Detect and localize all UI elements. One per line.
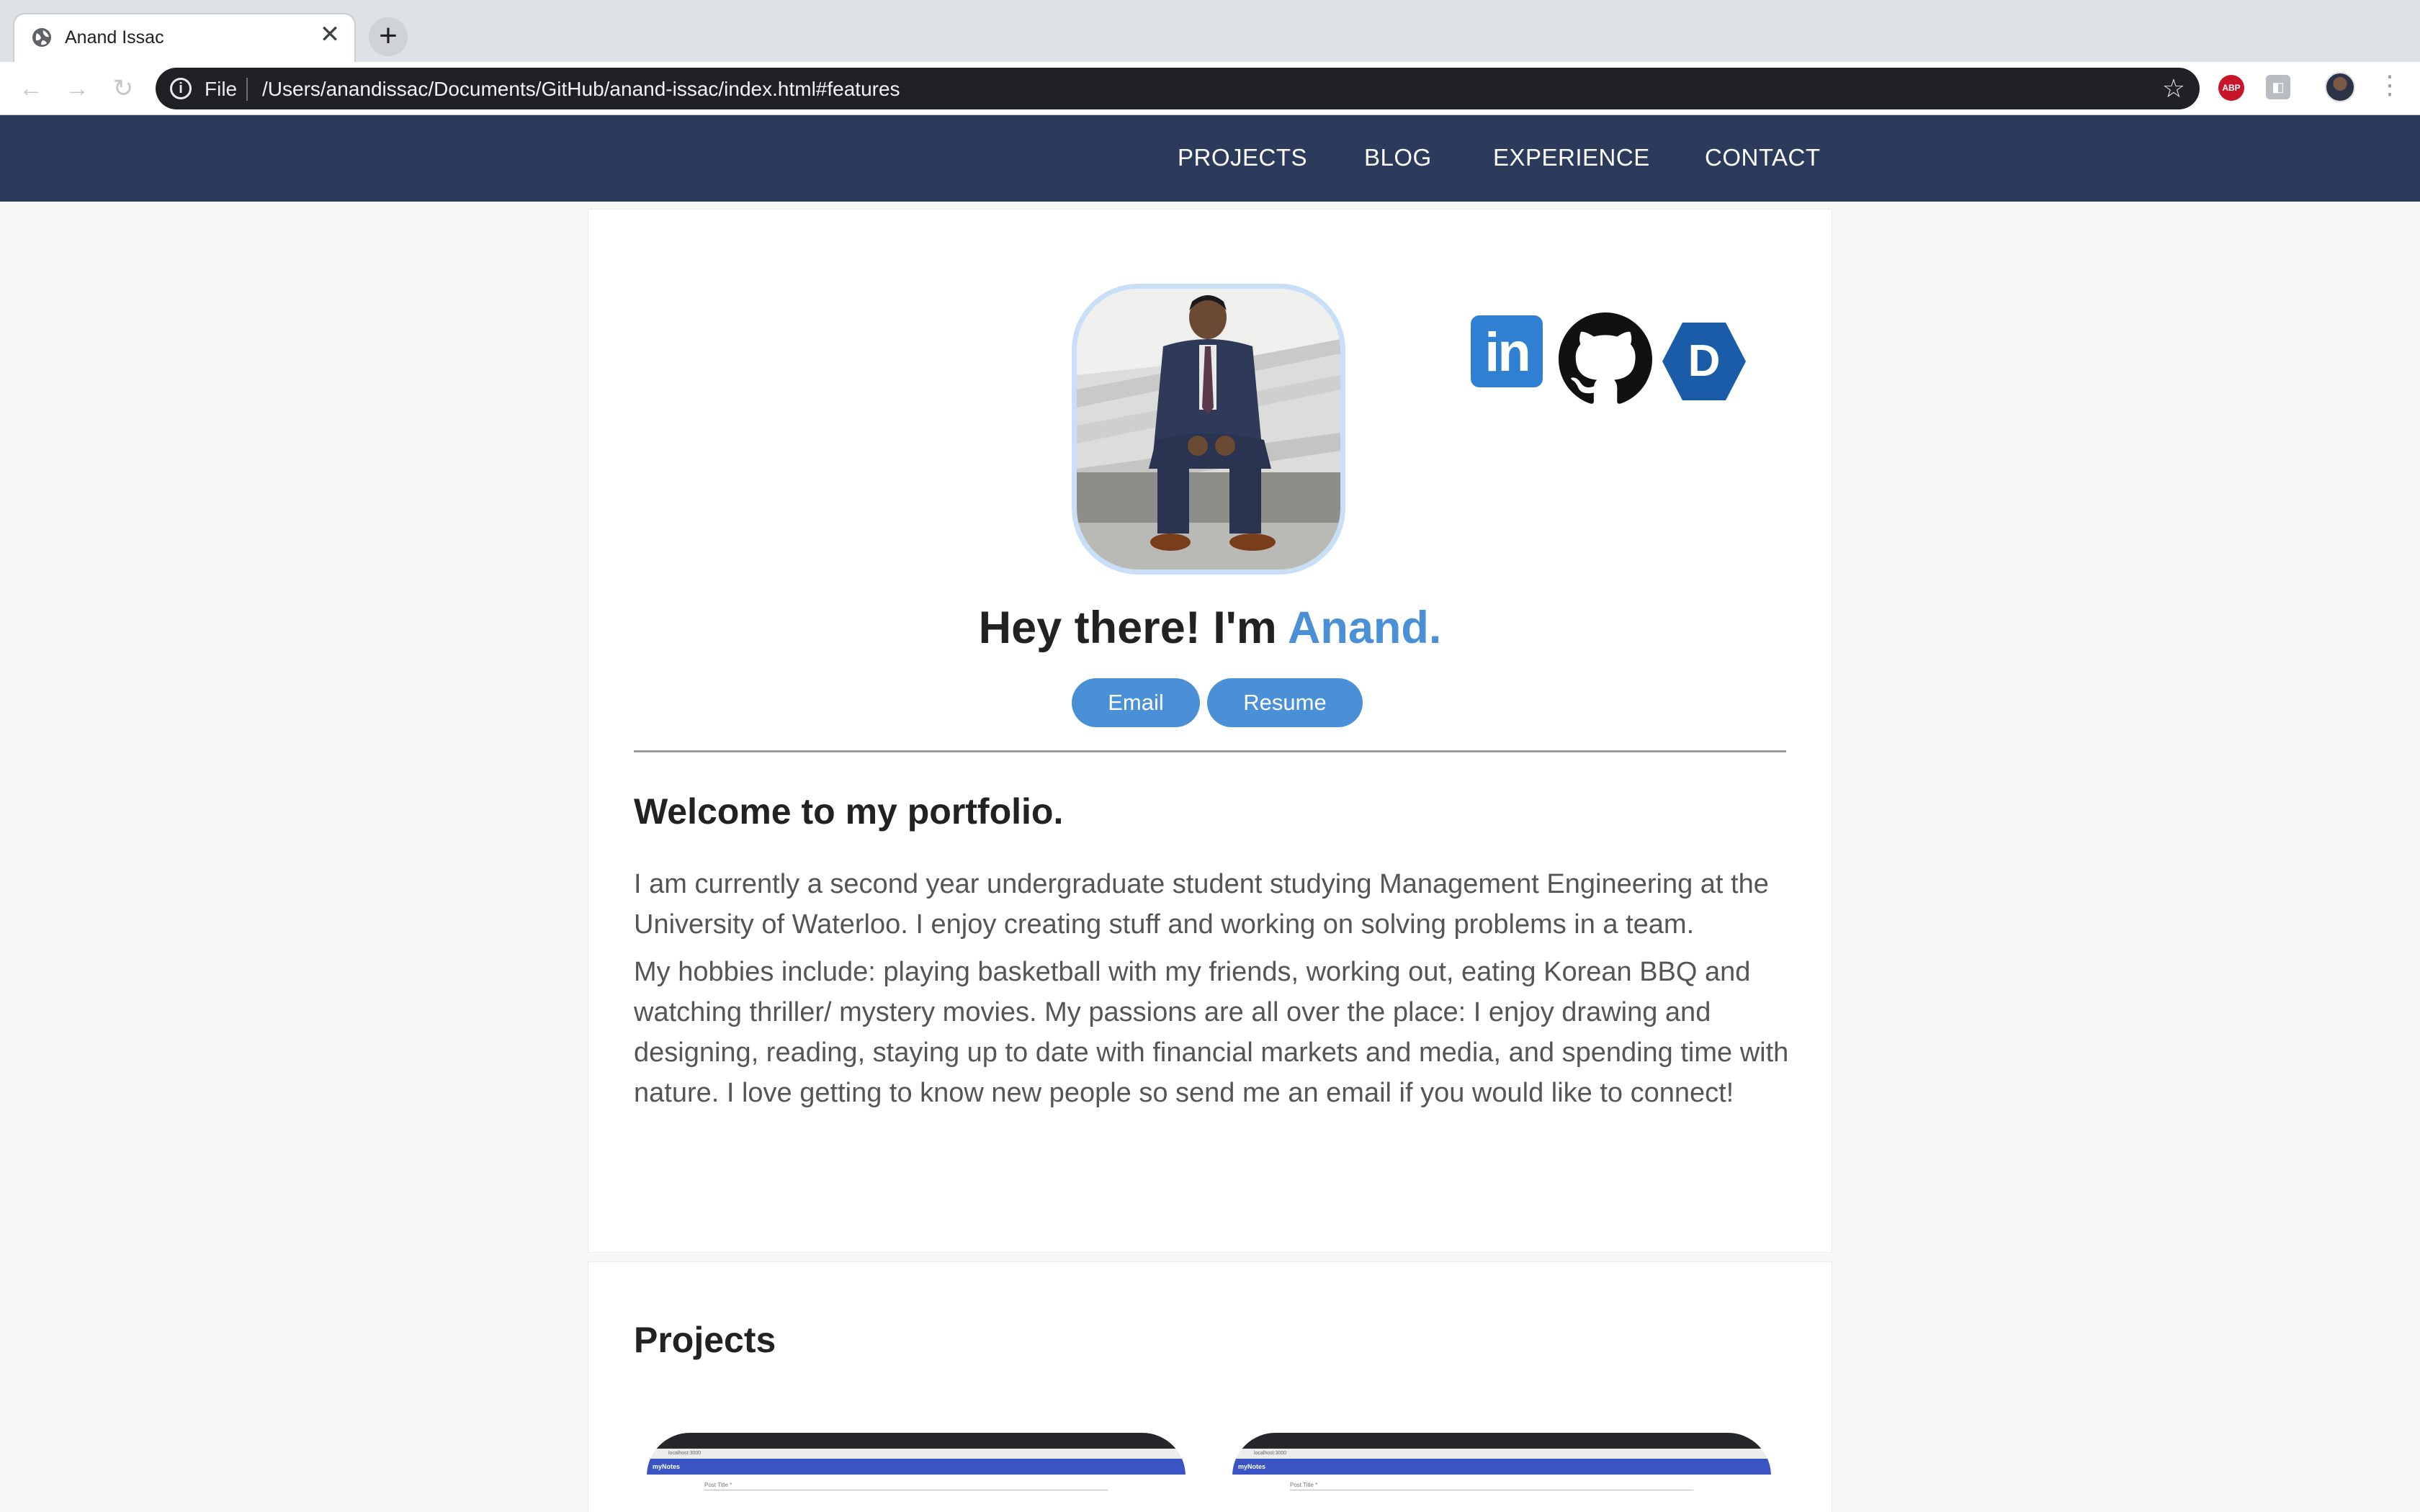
profile-photo-illustration — [1077, 289, 1340, 570]
info-icon[interactable]: i — [170, 78, 192, 99]
project-thumbnail[interactable]: localhost:3000 myNotes Post Title * — [647, 1433, 1186, 1512]
nav-link-projects[interactable]: PROJECTS — [1178, 144, 1307, 171]
devpost-icon[interactable]: D — [1661, 321, 1747, 402]
adblock-icon[interactable]: ABP — [2218, 75, 2244, 101]
welcome-heading: Welcome to my portfolio. — [634, 791, 1064, 832]
projects-heading: Projects — [634, 1320, 776, 1360]
nav-link-experience[interactable]: EXPERIENCE — [1493, 144, 1650, 171]
thumbnail-tabbar — [647, 1433, 1186, 1449]
thumbnail-app-bar: myNotes — [1232, 1459, 1771, 1475]
thumbnail-app-bar: myNotes — [647, 1459, 1186, 1475]
tab-title: Anand Issac — [65, 27, 164, 48]
hero-title: Hey there! I'm Anand. — [588, 602, 1832, 654]
thumbnail-tabbar — [1232, 1433, 1771, 1449]
star-icon[interactable]: ☆ — [2162, 73, 2185, 104]
section-divider — [634, 750, 1786, 752]
extension-icon[interactable]: ◧ — [2266, 75, 2290, 99]
nav-link-contact[interactable]: CONTACT — [1705, 144, 1821, 171]
browser-toolbar: ← → ↻ i File /Users/anandissac/Documents… — [0, 62, 2420, 115]
project-thumbnail[interactable]: localhost:3000 myNotes Post Title * — [1232, 1433, 1771, 1512]
hero-greeting: Hey there! I'm — [978, 603, 1288, 653]
thumbnail-address: localhost:3000 — [1232, 1449, 1771, 1459]
file-label: File — [205, 78, 238, 100]
address-bar[interactable]: i File /Users/anandissac/Documents/GitHu… — [156, 68, 2200, 109]
profile-photo — [1072, 284, 1345, 575]
linkedin-icon[interactable]: in — [1471, 315, 1543, 387]
thumbnail-address: localhost:3000 — [647, 1449, 1186, 1459]
github-icon[interactable] — [1559, 312, 1652, 406]
browser-tab[interactable]: Anand Issac ✕ — [13, 13, 356, 62]
hero-name: Anand. — [1287, 603, 1442, 653]
devpost-letter: D — [1688, 336, 1721, 386]
nav-link-blog[interactable]: BLOG — [1364, 144, 1432, 171]
thumbnail-field-label: Post Title * — [1290, 1482, 1318, 1488]
resume-button[interactable]: Resume — [1207, 678, 1363, 727]
plus-icon[interactable]: + — [369, 17, 408, 56]
kebab-menu-icon[interactable]: ⋮ — [2377, 71, 2403, 99]
about-paragraph-2: My hobbies include: playing basketball w… — [634, 957, 1789, 1108]
thumbnail-field-label: Post Title * — [704, 1482, 732, 1488]
about-paragraph-1: I am currently a second year undergradua… — [634, 869, 1769, 940]
forward-arrow-icon[interactable]: → — [62, 73, 92, 104]
email-button[interactable]: Email — [1072, 678, 1200, 727]
close-icon[interactable]: ✕ — [315, 20, 344, 49]
globe-icon — [32, 28, 51, 47]
reload-icon[interactable]: ↻ — [108, 73, 138, 104]
omnibox-separator — [246, 78, 248, 101]
url-text[interactable]: /Users/anandissac/Documents/GitHub/anand… — [262, 78, 900, 101]
back-arrow-icon[interactable]: ← — [16, 73, 46, 104]
profile-avatar[interactable] — [2325, 72, 2355, 102]
site-header: PROJECTS BLOG EXPERIENCE CONTACT — [0, 115, 2420, 202]
tab-strip: Anand Issac ✕ + — [0, 0, 2420, 62]
